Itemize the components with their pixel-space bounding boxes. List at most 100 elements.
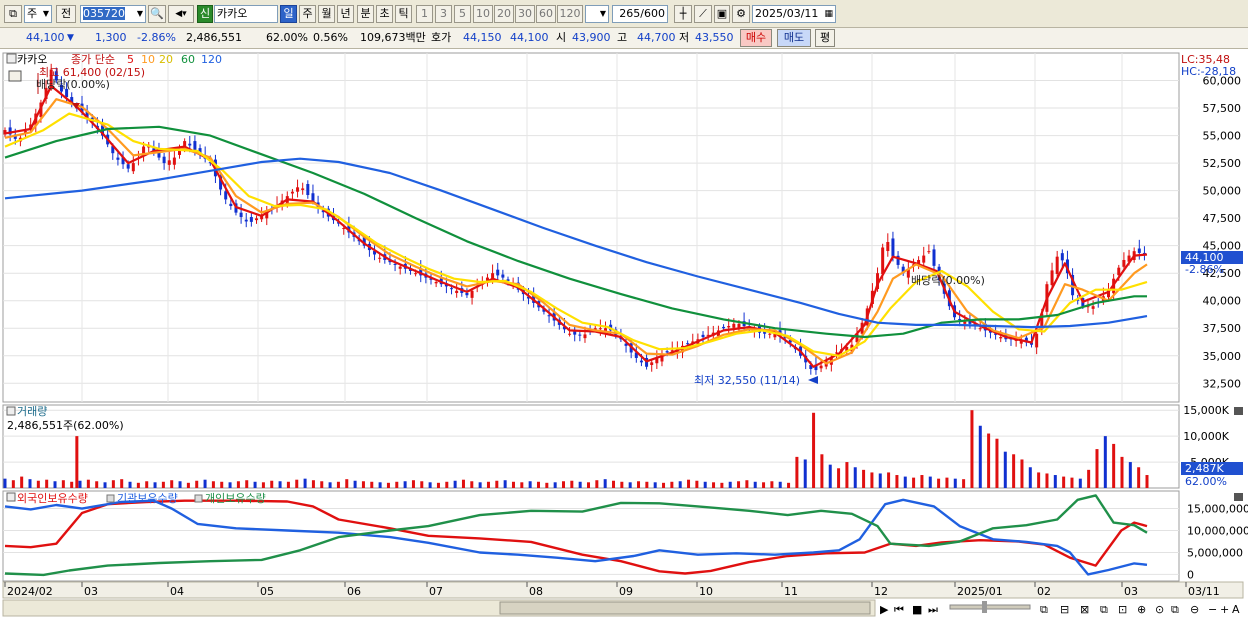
zoom-slider-handle[interactable] (982, 601, 987, 613)
price-tick-label: 50,000 (1203, 185, 1242, 198)
candle-body (254, 218, 258, 221)
count-button-3[interactable]: 3 (435, 5, 452, 23)
chart-config-icon[interactable] (8, 70, 22, 82)
volume-bar (737, 481, 741, 488)
volume-bar (245, 480, 249, 488)
panel-menu-icon[interactable] (6, 406, 16, 416)
candle-type-icon[interactable]: ┼ (674, 5, 692, 23)
crosshair-icon[interactable]: ⟋ (694, 5, 712, 23)
count-button-30[interactable]: 30 (515, 5, 535, 23)
price-panel[interactable]: 60,00057,50055,00052,50050,00047,50045,0… (2, 52, 1243, 403)
period-select[interactable]: 주 ▼ (24, 5, 52, 23)
holding-panel[interactable]: 15,000,000 10,000,000 5,000,000 0 외국인보유수량 기… (2, 490, 1248, 582)
volume-bar (86, 479, 90, 488)
volume-bar (1062, 476, 1066, 488)
price-tick-label: 35,000 (1203, 350, 1242, 363)
copy-icon[interactable]: ⧉ (1171, 603, 1179, 616)
volume-bar (870, 472, 874, 488)
speaker-icon[interactable]: ◀▾ (168, 5, 194, 23)
chart-area[interactable]: 60,00057,50055,00052,50050,00047,50045,0… (0, 49, 1248, 621)
candle-body (239, 212, 243, 218)
panel-menu-icon[interactable] (6, 492, 16, 502)
count-button-5[interactable]: 5 (454, 5, 471, 23)
forward-icon[interactable]: ⏭ (928, 603, 938, 616)
volume-bar (278, 481, 282, 488)
x-tick-label: 08 (529, 585, 543, 598)
candle-body (193, 141, 197, 150)
volume-panel[interactable]: 15,000K10,000K5,000K 거래량 2,486,551주(62.0… (2, 404, 1243, 489)
prev-button[interactable]: 전 (56, 5, 76, 23)
candle-body (126, 164, 130, 169)
volume-bar (136, 482, 140, 488)
range-input[interactable]: 265/600 (612, 5, 668, 23)
search-icon[interactable]: 🔍 (148, 5, 166, 23)
period-tab-second[interactable]: 초 (376, 5, 393, 23)
candle-body (311, 193, 315, 202)
candle-body (393, 263, 397, 265)
buy-button[interactable]: 매수 (740, 29, 772, 47)
current-volume-pct: 62.00% (1185, 475, 1227, 488)
candle-body (1137, 248, 1141, 253)
volume-bar (295, 479, 299, 488)
volume-bar (953, 478, 957, 488)
period-tab-minute[interactable]: 분 (357, 5, 374, 23)
count-button-10[interactable]: 10 (473, 5, 493, 23)
range-value: 265 (619, 7, 641, 20)
zoom-out-icon[interactable]: ⊖ (1190, 603, 1199, 616)
x-tick-label: 05 (260, 585, 274, 598)
layout-icon[interactable]: ⧉ (1040, 603, 1048, 616)
volume-bar (253, 481, 257, 488)
count-button-120[interactable]: 120 (557, 5, 583, 23)
period-tab-tick[interactable]: 틱 (395, 5, 412, 23)
volume-bar (261, 482, 265, 488)
candle-body (455, 290, 459, 294)
zoom-fit-icon[interactable]: ⊡ (1118, 603, 1127, 616)
volume-bar (553, 482, 557, 488)
candle-body (249, 217, 253, 222)
holding-tick-label: 10,000,000 (1187, 525, 1248, 538)
volume-bar (161, 481, 165, 488)
period-tab-year[interactable]: 년 (337, 5, 354, 23)
candle-body (686, 343, 690, 345)
plus-icon[interactable]: + (1220, 603, 1229, 616)
average-button[interactable]: 평 (815, 29, 835, 47)
volume-bar (1020, 459, 1024, 488)
volume-bar (61, 480, 65, 488)
sell-button[interactable]: 매도 (777, 29, 811, 47)
custom-count-select[interactable]: ▼ (585, 5, 609, 23)
scroll-right-icon[interactable]: ▶ (880, 603, 889, 616)
count-button-60[interactable]: 60 (536, 5, 556, 23)
panel-menu-icon[interactable] (6, 53, 17, 64)
grid-icon[interactable]: ⊟ (1060, 603, 1069, 616)
count-button-1[interactable]: 1 (416, 5, 433, 23)
period-tab-week[interactable]: 주 (299, 5, 316, 23)
font-size-icon[interactable]: A (1232, 603, 1240, 616)
window-menu-icon[interactable]: ⧉ (4, 5, 22, 23)
code-input[interactable]: 035720 ▼ (80, 5, 146, 23)
period-tab-month[interactable]: 월 (318, 5, 335, 23)
candle-body (881, 247, 885, 275)
panel-close-icon[interactable] (1234, 493, 1243, 501)
scroll-thumb[interactable] (499, 601, 871, 615)
period-tab-day[interactable]: 일 (280, 5, 297, 23)
stock-name-field[interactable]: 카카오 (214, 5, 278, 23)
rewind-icon[interactable]: ⏮ (894, 603, 904, 616)
volume-bar (812, 412, 816, 488)
date-input[interactable]: 2025/03/11 ▦ (752, 5, 836, 23)
zoom-slider[interactable] (949, 604, 1031, 610)
minus-icon[interactable]: − (1208, 603, 1217, 616)
save-icon[interactable]: ▣ (714, 5, 730, 23)
gear-icon[interactable]: ⚙ (732, 5, 750, 23)
volume-bar (903, 476, 907, 488)
volume-bar (178, 481, 182, 488)
compare-icon[interactable]: ⧉ (1100, 603, 1108, 616)
panel-close-icon[interactable] (1234, 407, 1243, 415)
volume-bar (145, 481, 149, 488)
candle-body (1055, 256, 1059, 274)
stop-icon[interactable]: ■ (912, 603, 922, 616)
pattern-icon[interactable]: ⊠ (1080, 603, 1089, 616)
count-button-20[interactable]: 20 (494, 5, 514, 23)
volume-bar (1145, 475, 1149, 488)
zoom-in-icon[interactable]: ⊕ (1137, 603, 1146, 616)
pin-icon[interactable]: ⊙ (1155, 603, 1164, 616)
